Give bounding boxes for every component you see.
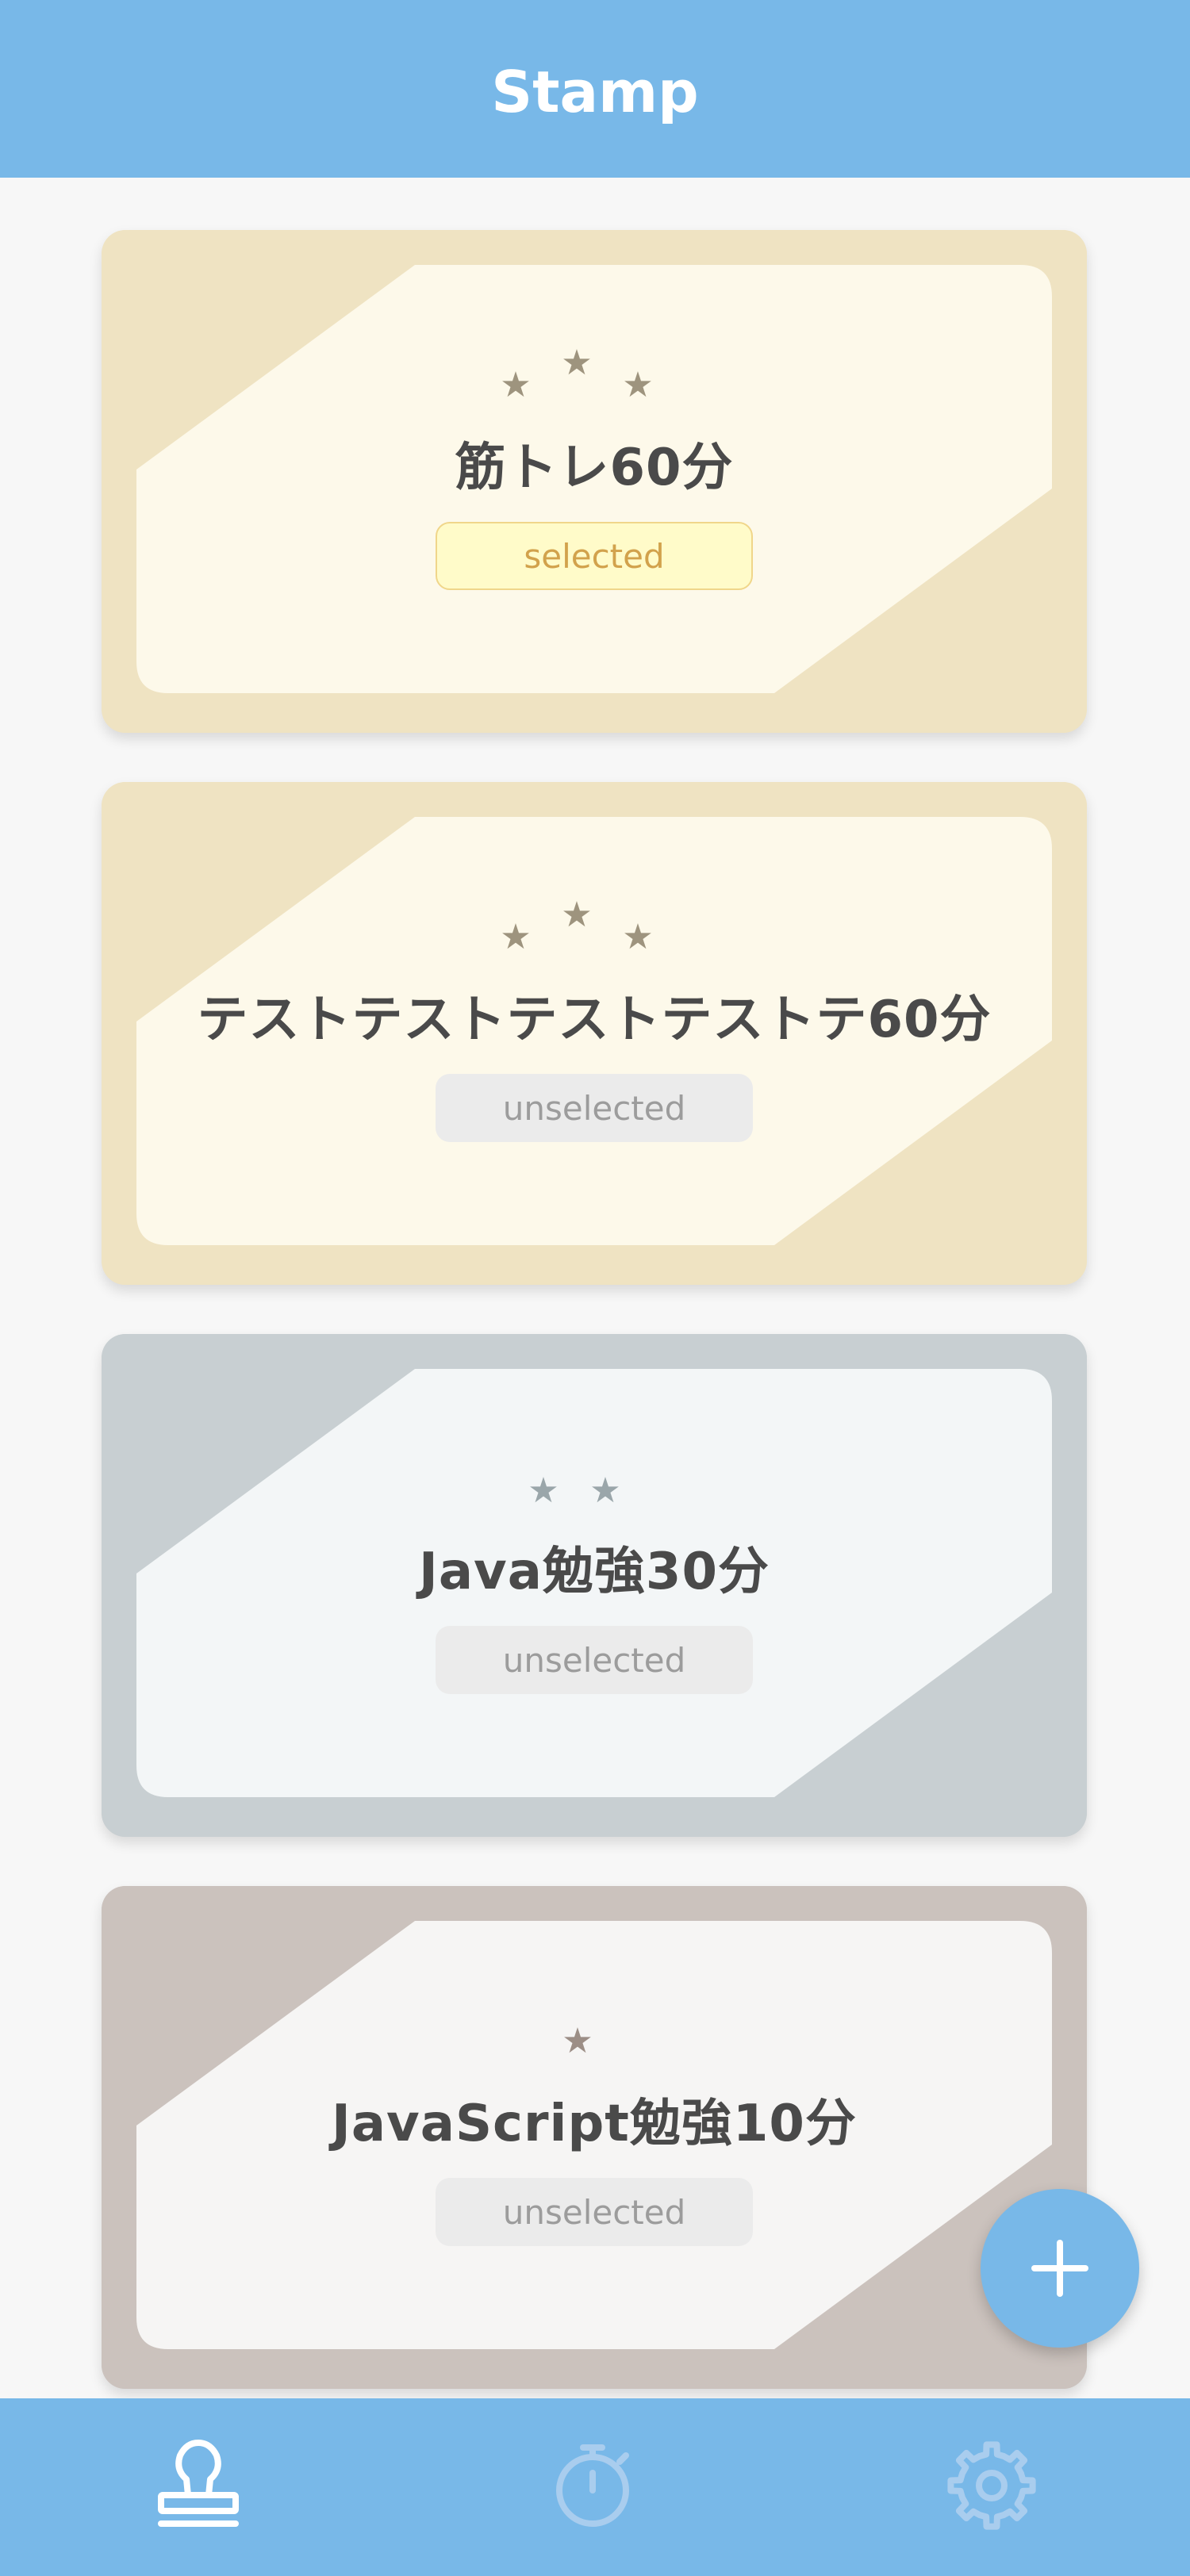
card-title: Java勉強30分 [419, 1543, 770, 1601]
star-icon: ★ [622, 917, 654, 957]
star-icon: ★ [528, 1470, 559, 1511]
tab-settings[interactable] [936, 2430, 1047, 2541]
star-icon: ★ [561, 895, 593, 935]
tab-stamp[interactable] [143, 2430, 254, 2541]
stamp-card[interactable]: ★ ★ Java勉強30分 unselected [102, 1334, 1087, 1837]
stamp-icon [158, 2440, 239, 2527]
card-title: テストテストテストテストテ60分 [197, 991, 992, 1049]
app-header: Stamp [0, 0, 1190, 178]
status-badge: unselected [436, 2178, 753, 2246]
plus-icon [1031, 2240, 1088, 2297]
status-badge: unselected [436, 1074, 753, 1142]
status-badge: unselected [436, 1626, 753, 1694]
stamp-card[interactable]: ★ ★ ★ テストテストテストテストテ60分 unselected [102, 782, 1087, 1285]
stamp-card[interactable]: ★ ★ ★ 筋トレ60分 selected [102, 230, 1087, 733]
star-icon: ★ [589, 1470, 621, 1511]
star-icon: ★ [562, 2021, 593, 2061]
star-icon: ★ [500, 917, 532, 957]
card-title: JavaScript勉強10分 [332, 2095, 857, 2153]
star-icon: ★ [500, 365, 532, 405]
bottom-tab-bar [0, 2398, 1190, 2576]
status-badge: selected [436, 522, 753, 590]
page-title: Stamp [491, 59, 699, 125]
timer-icon [556, 2444, 629, 2527]
stamp-card[interactable]: ★ JavaScript勉強10分 unselected [102, 1886, 1087, 2389]
star-icon: ★ [622, 365, 654, 405]
star-icon: ★ [561, 343, 593, 383]
tab-timer[interactable] [539, 2430, 651, 2541]
gear-icon [947, 2441, 1036, 2530]
card-title: 筋トレ60分 [455, 439, 734, 497]
add-stamp-button[interactable] [981, 2189, 1139, 2348]
